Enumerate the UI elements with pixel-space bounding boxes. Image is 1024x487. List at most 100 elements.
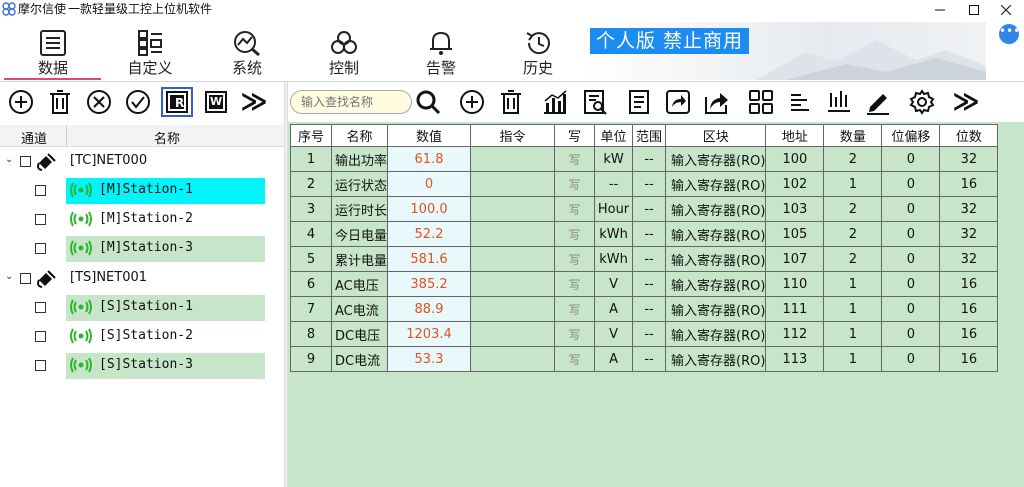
- table-row[interactable]: 2 运行状态 0 写 -- -- 输入寄存器(RO) 102 1 0 16: [290, 171, 999, 197]
- connect-button[interactable]: [124, 88, 152, 116]
- row-value[interactable]: 385.2: [387, 271, 472, 297]
- col-bits[interactable]: 位数: [939, 124, 999, 147]
- station-checkbox[interactable]: [35, 243, 46, 254]
- table-row[interactable]: 9 DC电流 53.3 写 A -- 输入寄存器(RO) 113 1 0 16: [290, 346, 999, 372]
- col-write[interactable]: 写: [554, 124, 596, 147]
- tree-station-row[interactable]: [M]Station-2: [0, 205, 284, 234]
- row-command[interactable]: [470, 346, 556, 372]
- column-button[interactable]: [825, 88, 853, 116]
- tree-station-row[interactable]: [S]Station-3: [0, 351, 284, 380]
- table-row[interactable]: 4 今日电量 52.2 写 kWh -- 输入寄存器(RO) 105 2 0 32: [290, 221, 999, 247]
- row-name: 运行状态: [330, 171, 389, 197]
- row-command[interactable]: [470, 171, 556, 197]
- row-value[interactable]: 1203.4: [387, 321, 472, 347]
- row-command[interactable]: [470, 296, 556, 322]
- report-button[interactable]: [581, 88, 609, 116]
- row-command[interactable]: [470, 246, 556, 272]
- row-value[interactable]: 100.0: [387, 196, 472, 222]
- tree-station-row[interactable]: [S]Station-1: [0, 293, 284, 322]
- tab-control[interactable]: 控制: [296, 30, 392, 82]
- row-write-button[interactable]: 写: [554, 221, 596, 247]
- tree-group-row[interactable]: ⌄ [TS]NET001: [0, 264, 284, 293]
- station-checkbox[interactable]: [35, 185, 46, 196]
- row-command[interactable]: [470, 221, 556, 247]
- read-mode-button[interactable]: R: [161, 87, 193, 117]
- col-name[interactable]: 名称: [330, 124, 389, 147]
- align-button[interactable]: [786, 88, 814, 116]
- tree-station-row[interactable]: [S]Station-2: [0, 322, 284, 351]
- delete-channel-button[interactable]: [46, 88, 74, 116]
- tab-custom[interactable]: 自定义: [102, 30, 198, 82]
- search-input[interactable]: [290, 90, 412, 114]
- table-row[interactable]: 8 DC电压 1203.4 写 V -- 输入寄存器(RO) 112 1 0 16: [290, 321, 999, 347]
- write-mode-button[interactable]: W: [202, 88, 230, 116]
- col-unit[interactable]: 单位: [594, 124, 634, 147]
- row-value[interactable]: 61.8: [387, 146, 472, 172]
- col-bit-offset[interactable]: 位偏移: [881, 124, 941, 147]
- row-write-button[interactable]: 写: [554, 296, 596, 322]
- expand-icon[interactable]: ⌄: [5, 154, 13, 165]
- row-value[interactable]: 53.3: [387, 346, 472, 372]
- document-button[interactable]: [625, 88, 653, 116]
- row-write-button[interactable]: 写: [554, 321, 596, 347]
- row-value[interactable]: 581.6: [387, 246, 472, 272]
- sign-button[interactable]: [864, 88, 892, 116]
- group-checkbox[interactable]: [20, 156, 31, 167]
- row-command[interactable]: [470, 146, 556, 172]
- row-write-button[interactable]: 写: [554, 171, 596, 197]
- row-value[interactable]: 52.2: [387, 221, 472, 247]
- grid-view-button[interactable]: [747, 88, 775, 116]
- station-checkbox[interactable]: [35, 214, 46, 225]
- search-button[interactable]: [414, 88, 442, 116]
- table-row[interactable]: 5 累计电量 581.6 写 kWh -- 输入寄存器(RO) 107 2 0 32: [290, 246, 999, 272]
- station-checkbox[interactable]: [35, 302, 46, 313]
- row-write-button[interactable]: 写: [554, 271, 596, 297]
- expand-icon[interactable]: ⌄: [5, 271, 13, 282]
- row-write-button[interactable]: 写: [554, 246, 596, 272]
- table-row[interactable]: 3 运行时长 100.0 写 Hour -- 输入寄存器(RO) 103 2 0 32: [290, 196, 999, 222]
- row-value[interactable]: 0: [387, 171, 472, 197]
- tree-station-row[interactable]: [M]Station-1: [0, 176, 284, 205]
- delete-register-button[interactable]: [497, 88, 525, 116]
- tree-group-row[interactable]: ⌄ [TC]NET000: [0, 147, 284, 176]
- add-channel-button[interactable]: [7, 88, 35, 116]
- tab-alarm[interactable]: 告警: [393, 30, 489, 82]
- export-button[interactable]: [703, 88, 731, 116]
- col-index[interactable]: 序号: [290, 124, 332, 147]
- table-row[interactable]: 7 AC电流 88.9 写 A -- 输入寄存器(RO) 111 1 0 16: [290, 296, 999, 322]
- tab-history[interactable]: 历史: [490, 30, 586, 82]
- row-command[interactable]: [470, 271, 556, 297]
- col-address[interactable]: 地址: [765, 124, 825, 147]
- right-more-button[interactable]: ≫: [952, 87, 980, 117]
- settings-button[interactable]: [908, 88, 936, 116]
- left-more-button[interactable]: ≫: [240, 87, 268, 117]
- chart-button[interactable]: [541, 88, 569, 116]
- close-window-button[interactable]: [990, 0, 1022, 20]
- group-checkbox[interactable]: [20, 273, 31, 284]
- row-write-button[interactable]: 写: [554, 146, 596, 172]
- row-command[interactable]: [470, 321, 556, 347]
- import-button[interactable]: [664, 88, 692, 116]
- maximize-button[interactable]: [958, 0, 990, 20]
- tab-data[interactable]: 数据: [5, 30, 101, 82]
- row-write-button[interactable]: 写: [554, 196, 596, 222]
- row-value[interactable]: 88.9: [387, 296, 472, 322]
- more-options-button[interactable]: •••: [999, 24, 1020, 44]
- disconnect-button[interactable]: [85, 88, 113, 116]
- row-command[interactable]: [470, 196, 556, 222]
- tab-system[interactable]: 系统: [199, 30, 295, 82]
- minimize-button[interactable]: [924, 0, 956, 20]
- tree-station-row[interactable]: [M]Station-3: [0, 234, 284, 263]
- app-subtitle: 一款轻量级工控上位机软件: [68, 2, 213, 16]
- add-register-button[interactable]: [458, 88, 486, 116]
- station-checkbox[interactable]: [35, 360, 46, 371]
- station-checkbox[interactable]: [35, 331, 46, 342]
- row-write-button[interactable]: 写: [554, 346, 596, 372]
- col-value[interactable]: 数值: [387, 124, 472, 147]
- table-row[interactable]: 6 AC电压 385.2 写 V -- 输入寄存器(RO) 110 1 0 16: [290, 271, 999, 297]
- col-command[interactable]: 指令: [470, 124, 556, 147]
- col-range[interactable]: 范围: [632, 124, 667, 147]
- col-area[interactable]: 区块: [665, 124, 767, 147]
- table-row[interactable]: 1 输出功率 61.8 写 kW -- 输入寄存器(RO) 100 2 0 32: [290, 146, 999, 172]
- col-count[interactable]: 数量: [823, 124, 883, 147]
